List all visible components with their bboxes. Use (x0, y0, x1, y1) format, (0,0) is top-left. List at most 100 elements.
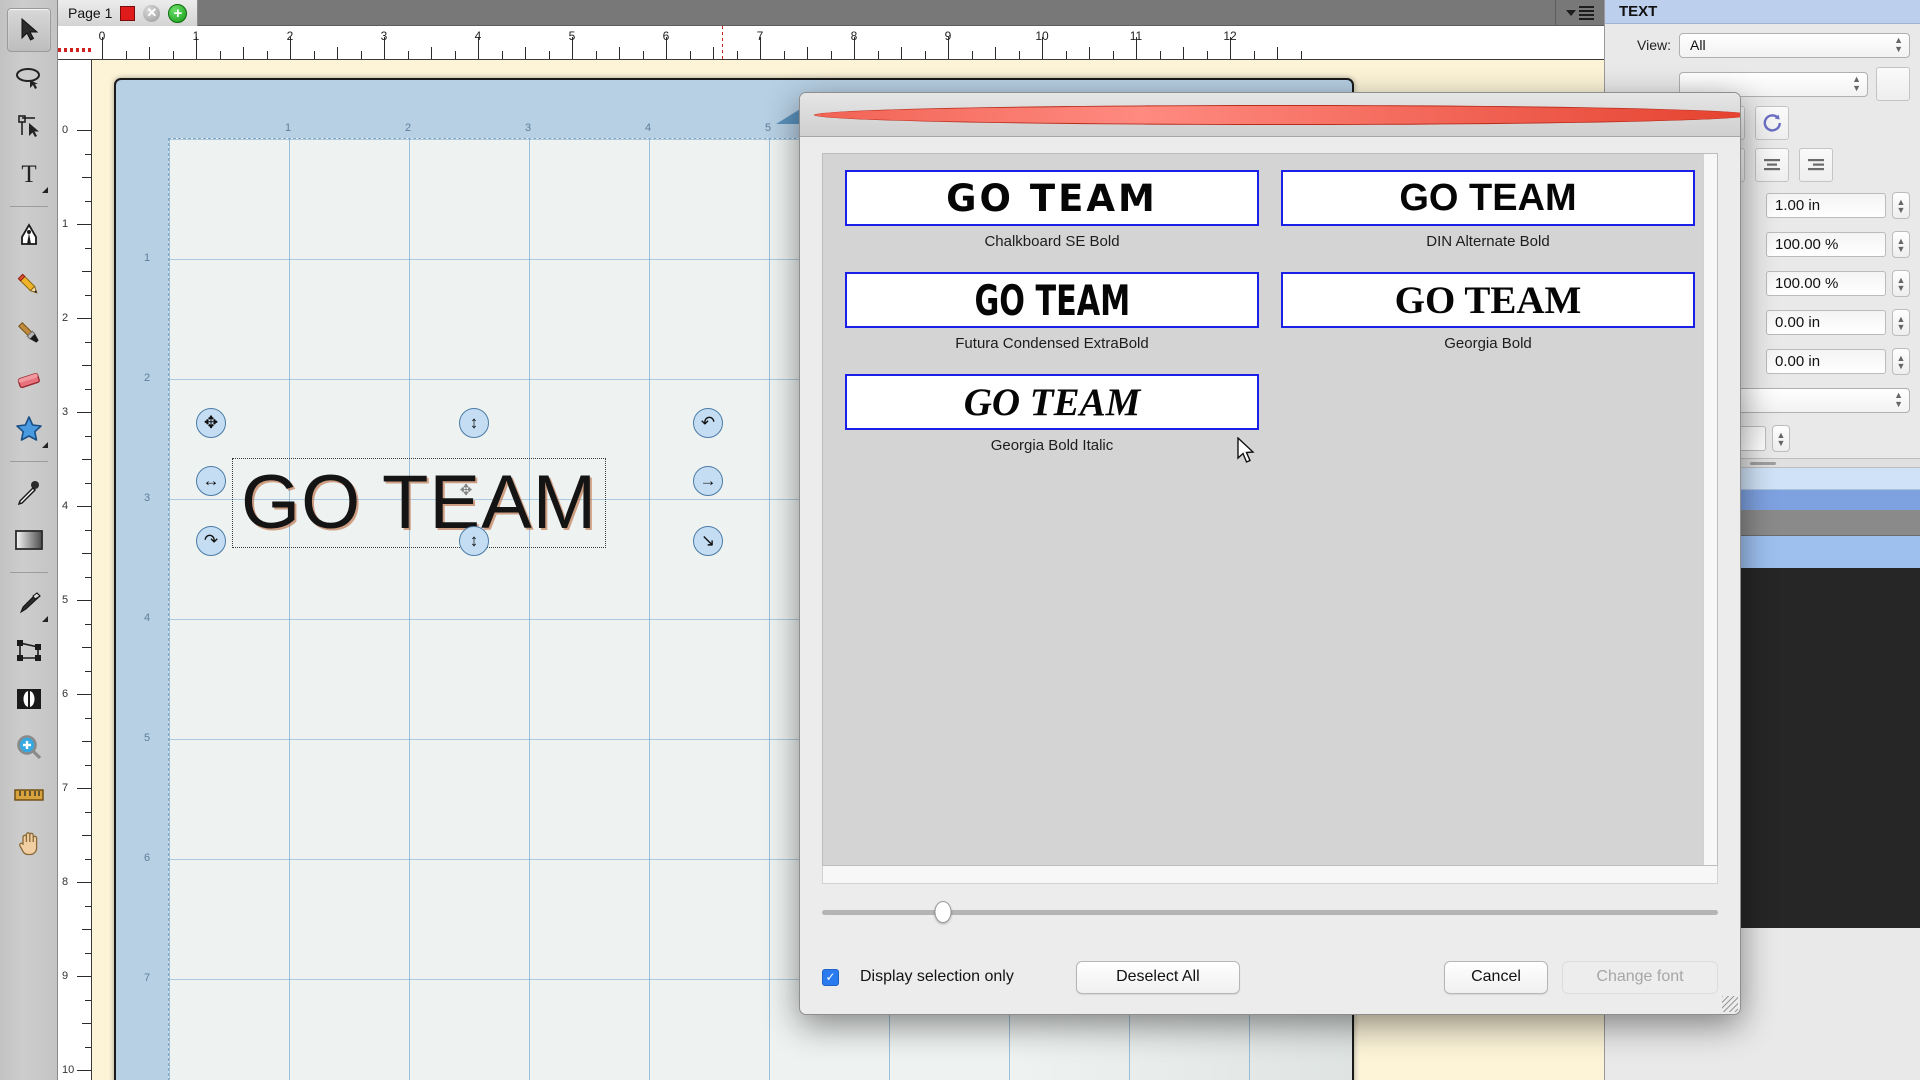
ruler-icon (13, 789, 44, 801)
node-edit-tool[interactable] (7, 104, 51, 148)
close-icon[interactable] (814, 104, 1740, 125)
gradient-tool[interactable] (7, 518, 51, 562)
ruler-minor-tick (172, 51, 174, 59)
font-preview-cell[interactable]: GO TEAM Georgia Bold Italic (845, 374, 1259, 454)
pan-tool[interactable] (7, 821, 51, 865)
ruler-label: 8 (62, 876, 69, 888)
font-sample-box[interactable]: GO TEAM (1281, 272, 1695, 328)
move-handle[interactable]: ✥ (196, 408, 226, 438)
ruler-label: 11 (1129, 29, 1143, 43)
resize-horizontal-left-handle[interactable]: ↔ (196, 466, 226, 496)
horizontal-scrollbar[interactable] (822, 866, 1718, 884)
ruler-major-tick (77, 318, 91, 319)
vertical-ruler[interactable]: 0 1 2 3 4 5 6 7 8 9 10 (58, 60, 92, 1080)
font-preview-cell[interactable]: GO TEAM DIN Alternate Bold (1281, 170, 1695, 250)
extra-option-button[interactable] (1876, 67, 1910, 101)
font-preview-dialog[interactable]: Font Preview GO TEAMChalkboard SE BoldGO… (799, 92, 1741, 1015)
align-right-button[interactable] (1799, 148, 1833, 182)
ruler-label: 3 (62, 406, 69, 418)
font-sample-box[interactable]: GO TEAM (845, 272, 1259, 328)
zoom-tool[interactable] (7, 725, 51, 769)
ruler-minor-tick (313, 51, 315, 59)
horizontal-ruler[interactable]: 0 1 2 3 4 5 6 7 8 9 10 11 12 (58, 26, 1604, 60)
dialog-title-bar[interactable]: Font Preview (800, 93, 1740, 137)
eyedropper-tool[interactable] (7, 470, 51, 514)
mirror-tool[interactable] (7, 677, 51, 721)
ruler-minor-tick (85, 529, 91, 531)
rotate-value-stepper[interactable]: ▲ ▼ (1772, 425, 1790, 452)
font-preview-cell[interactable]: GO TEAM Futura Condensed ExtraBold (845, 272, 1259, 352)
font-sample-box[interactable]: GO TEAM (1281, 170, 1695, 226)
align-center-button[interactable] (1755, 148, 1789, 182)
font-list-scroll-area[interactable]: GO TEAM Chalkboard SE Bold GO TEAM DIN Alte… (822, 153, 1718, 866)
display-selection-only-checkbox[interactable]: ✓ (822, 968, 839, 986)
canvas-text[interactable]: GO TEAM (232, 458, 607, 548)
shapes-tool[interactable] (7, 407, 51, 451)
resize-vertical-top-handle[interactable]: ↕ (459, 408, 489, 438)
ruler-minor-tick (830, 51, 832, 59)
splitter-grip (1749, 461, 1776, 465)
font-preview-cell[interactable]: GO TEAM Georgia Bold (1281, 272, 1695, 352)
ruler-minor-tick (713, 47, 714, 59)
add-page-icon[interactable]: + (168, 3, 188, 23)
resize-horizontal-right-handle[interactable]: → (693, 466, 723, 496)
close-icon[interactable]: ✕ (143, 4, 161, 22)
font-sample-box[interactable]: GO TEAM (845, 170, 1259, 226)
text-tool[interactable]: T (7, 152, 51, 196)
brush-tool[interactable] (7, 311, 51, 355)
page-tab[interactable]: Page 1 ✕ + (58, 0, 199, 26)
ruler-minor-tick (85, 153, 91, 155)
ruler-label: 10 (1035, 29, 1049, 43)
tab-overflow-menu-button[interactable] (1555, 0, 1604, 25)
dialog-resize-grip[interactable] (1722, 996, 1738, 1012)
scale-y-stepper[interactable]: ▲ ▼ (1892, 270, 1910, 297)
chevron-down-icon (1566, 9, 1576, 16)
ruler-tool[interactable] (7, 773, 51, 817)
hand-icon (18, 832, 37, 856)
font-preview-cell[interactable]: GO TEAM Chalkboard SE Bold (845, 170, 1259, 250)
eraser-tool[interactable] (7, 359, 51, 403)
ruler-minor-tick (431, 47, 432, 59)
cancel-button[interactable]: Cancel (1444, 960, 1548, 994)
lasso-select-tool[interactable] (7, 56, 51, 100)
size-stepper[interactable]: ▲ ▼ (1892, 192, 1910, 219)
page-color-swatch[interactable] (120, 5, 136, 21)
warp-tool[interactable] (7, 629, 51, 673)
font-sample-text: GO TEAM (1394, 278, 1582, 322)
font-sample-text: GO TEAM (974, 275, 1130, 325)
rotate-bottom-left-handle[interactable]: ↷ (196, 526, 226, 556)
resize-vertical-bottom-handle[interactable]: ↕ (459, 526, 489, 556)
pencil-tool[interactable] (7, 263, 51, 307)
deselect-all-button[interactable]: Deselect All (1075, 960, 1240, 994)
position-x-field[interactable]: 0.00 in (1766, 310, 1886, 335)
view-select[interactable]: All ▲ ▼ (1679, 32, 1910, 58)
vertical-scrollbar[interactable] (1703, 154, 1717, 865)
scale-x-field[interactable]: 100.00 % (1766, 232, 1886, 257)
mouse-cursor-icon (1237, 437, 1255, 463)
slider-knob[interactable] (934, 901, 952, 923)
position-y-stepper[interactable]: ▲ ▼ (1892, 348, 1910, 375)
scale-y-field[interactable]: 100.00 % (1766, 271, 1886, 296)
ruler-minor-tick (1065, 51, 1067, 59)
select-tool[interactable] (6, 8, 51, 52)
position-x-stepper[interactable]: ▲ ▼ (1892, 309, 1910, 336)
ruler-major-tick (77, 506, 91, 507)
pen-tool[interactable] (7, 215, 51, 259)
rotate-top-right-handle[interactable]: ↶ (693, 408, 723, 438)
scale-x-stepper[interactable]: ▲ ▼ (1892, 231, 1910, 258)
ruler-minor-tick (995, 47, 996, 59)
preview-size-slider[interactable] (822, 901, 1718, 923)
ruler-label: 4 (474, 29, 482, 43)
selected-text-object[interactable]: GO TEAM ✥ ↕ ↶ ↔ → ↷ ↕ ↘ ✥ (196, 408, 723, 556)
position-y-field[interactable]: 0.00 in (1766, 349, 1886, 374)
rotate-button[interactable] (1755, 106, 1789, 140)
resize-diagonal-handle[interactable]: ↘ (693, 526, 723, 556)
change-font-button[interactable]: Change font (1562, 960, 1718, 994)
size-field[interactable]: 1.00 in (1766, 193, 1886, 218)
ruler-minor-tick (85, 435, 91, 437)
knife-tool[interactable] (7, 581, 51, 625)
font-sample-box[interactable]: GO TEAM (845, 374, 1259, 430)
ruler-major-tick (77, 1070, 91, 1071)
font-name-label: Georgia Bold (1444, 335, 1532, 352)
ruler-minor-tick (85, 670, 91, 672)
